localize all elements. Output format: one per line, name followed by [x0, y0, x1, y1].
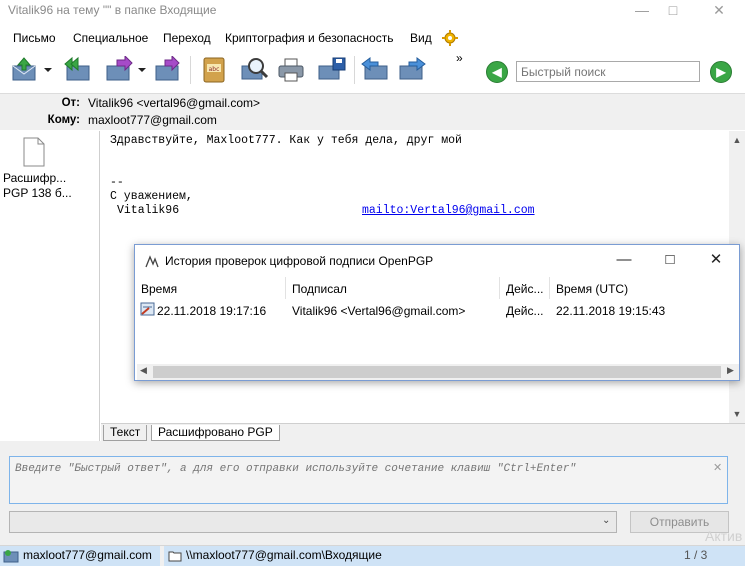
forward-button[interactable]: [104, 54, 134, 84]
signature-name: Vitalik96: [117, 204, 180, 217]
chevron-down-icon[interactable]: ⌄: [602, 515, 610, 526]
tab-text[interactable]: Текст: [103, 425, 148, 441]
title-bar: Vitalik96 на тему "" в папке Входящие — …: [0, 0, 745, 22]
body-tabs: Текст Расшифровано PGP: [101, 423, 745, 441]
back-button[interactable]: ◀: [486, 61, 508, 83]
address-book-button[interactable]: abc: [198, 56, 228, 84]
status-folder-label: \\maxloot777@gmail.com\Входящие: [186, 548, 382, 562]
close-icon[interactable]: ✕: [698, 248, 734, 272]
previous-message-button[interactable]: [360, 56, 390, 84]
scroll-left-icon[interactable]: ◀: [140, 365, 147, 376]
forward-nav-button[interactable]: ▶: [710, 61, 732, 83]
column-header-utc-time[interactable]: Время (UTC): [556, 282, 628, 296]
menu-item-special[interactable]: Специальное: [73, 31, 148, 45]
scroll-right-icon[interactable]: ▶: [727, 365, 734, 376]
quick-search[interactable]: [516, 61, 700, 82]
scroll-down-icon[interactable]: ▼: [729, 409, 745, 419]
minimize-icon[interactable]: —: [625, 0, 659, 20]
from-label: От:: [61, 97, 80, 109]
search-input[interactable]: [517, 62, 699, 81]
maximize-icon[interactable]: □: [656, 0, 690, 20]
toolbar-overflow[interactable]: »: [456, 51, 463, 65]
message-counter: 1 / 3: [684, 548, 708, 562]
dialog-title: История проверок цифровой подписи OpenPG…: [165, 254, 434, 268]
search-messages-button[interactable]: [240, 56, 270, 84]
menu-item-crypto[interactable]: Криптография и безопасность: [225, 31, 393, 45]
row-time[interactable]: 22.11.2018 19:17:16: [157, 304, 266, 318]
signature-regards: С уважением,: [110, 190, 193, 203]
signature-history-dialog: История проверок цифровой подписи OpenPG…: [134, 244, 740, 381]
attachment-details: PGP 138 б...: [3, 186, 72, 200]
chevron-down-icon[interactable]: [44, 68, 52, 72]
next-message-button[interactable]: [397, 56, 427, 84]
menu-bar: Письмо Специальное Переход Криптография …: [0, 28, 470, 50]
maximize-icon[interactable]: □: [652, 248, 688, 272]
message-line: Здравствуйте, Maxloot777. Как у тебя дел…: [110, 134, 462, 147]
column-header-time[interactable]: Время: [141, 282, 177, 296]
menu-item-go[interactable]: Переход: [163, 31, 211, 45]
chevron-down-icon[interactable]: [138, 68, 146, 72]
redirect-button[interactable]: [153, 54, 183, 84]
quick-reply-box[interactable]: ✕: [9, 456, 728, 504]
activation-watermark: Актив: [705, 528, 743, 544]
to-label: Кому:: [47, 114, 80, 126]
status-account-label: maxloot777@gmail.com: [23, 548, 152, 562]
row-action[interactable]: Дейс...: [506, 304, 544, 318]
from-value[interactable]: Vitalik96 <vertal96@gmail.com>: [88, 96, 260, 110]
scroll-up-icon[interactable]: ▲: [729, 135, 745, 145]
svg-text:abc: abc: [209, 66, 220, 73]
window-title: Vitalik96 на тему "" в папке Входящие: [8, 3, 217, 17]
minimize-icon[interactable]: —: [606, 248, 642, 272]
toolbar-separator: [354, 56, 355, 84]
file-icon[interactable]: [22, 137, 46, 167]
status-folder[interactable]: \\maxloot777@gmail.com\Входящие 1 / 3: [164, 546, 745, 566]
column-divider[interactable]: [549, 277, 550, 299]
attachment-pane: Расшифр... PGP 138 б...: [0, 131, 100, 441]
column-divider[interactable]: [285, 277, 286, 299]
signature-icon: [144, 253, 160, 269]
gear-icon[interactable]: [441, 29, 459, 47]
status-account[interactable]: maxloot777@gmail.com: [0, 546, 160, 566]
account-dropdown[interactable]: ⌄: [9, 511, 617, 533]
horizontal-scrollbar[interactable]: ◀ ▶: [137, 364, 739, 380]
column-divider[interactable]: [499, 277, 500, 299]
print-button[interactable]: [276, 56, 306, 84]
toolbar-separator: [190, 56, 191, 84]
status-bar: maxloot777@gmail.com \\maxloot777@gmail.…: [0, 545, 745, 566]
column-header-action[interactable]: Дейс...: [506, 282, 544, 296]
close-icon[interactable]: ✕: [713, 461, 722, 474]
message-header: От: Vitalik96 <vertal96@gmail.com> Кому:…: [0, 93, 745, 130]
save-button[interactable]: [317, 56, 347, 84]
scrollbar-thumb[interactable]: [153, 366, 721, 378]
column-header-signer[interactable]: Подписал: [292, 282, 347, 296]
menu-item-letter[interactable]: Письмо: [13, 31, 56, 45]
close-icon[interactable]: ✕: [702, 0, 736, 20]
attachment-name[interactable]: Расшифр...: [3, 171, 66, 185]
signature-dash: --: [110, 176, 124, 189]
arrow-right-icon: ▶: [716, 65, 726, 79]
row-signer[interactable]: Vitalik96 <Vertal96@gmail.com>: [292, 304, 465, 318]
menu-item-view[interactable]: Вид: [410, 31, 432, 45]
arrow-left-icon: ◀: [492, 65, 502, 79]
row-utc-time[interactable]: 22.11.2018 19:15:43: [556, 304, 665, 318]
email-link[interactable]: mailto:Vertal96@gmail.com: [362, 204, 535, 217]
account-icon: [3, 549, 19, 563]
signed-document-icon: [140, 302, 155, 316]
quick-reply-input[interactable]: [10, 457, 727, 503]
reply-all-button[interactable]: [62, 56, 92, 84]
folder-icon: [168, 549, 182, 562]
tab-decrypted-pgp[interactable]: Расшифровано PGP: [151, 425, 280, 441]
to-value[interactable]: maxloot777@gmail.com: [88, 113, 217, 127]
get-mail-button[interactable]: [10, 56, 40, 84]
